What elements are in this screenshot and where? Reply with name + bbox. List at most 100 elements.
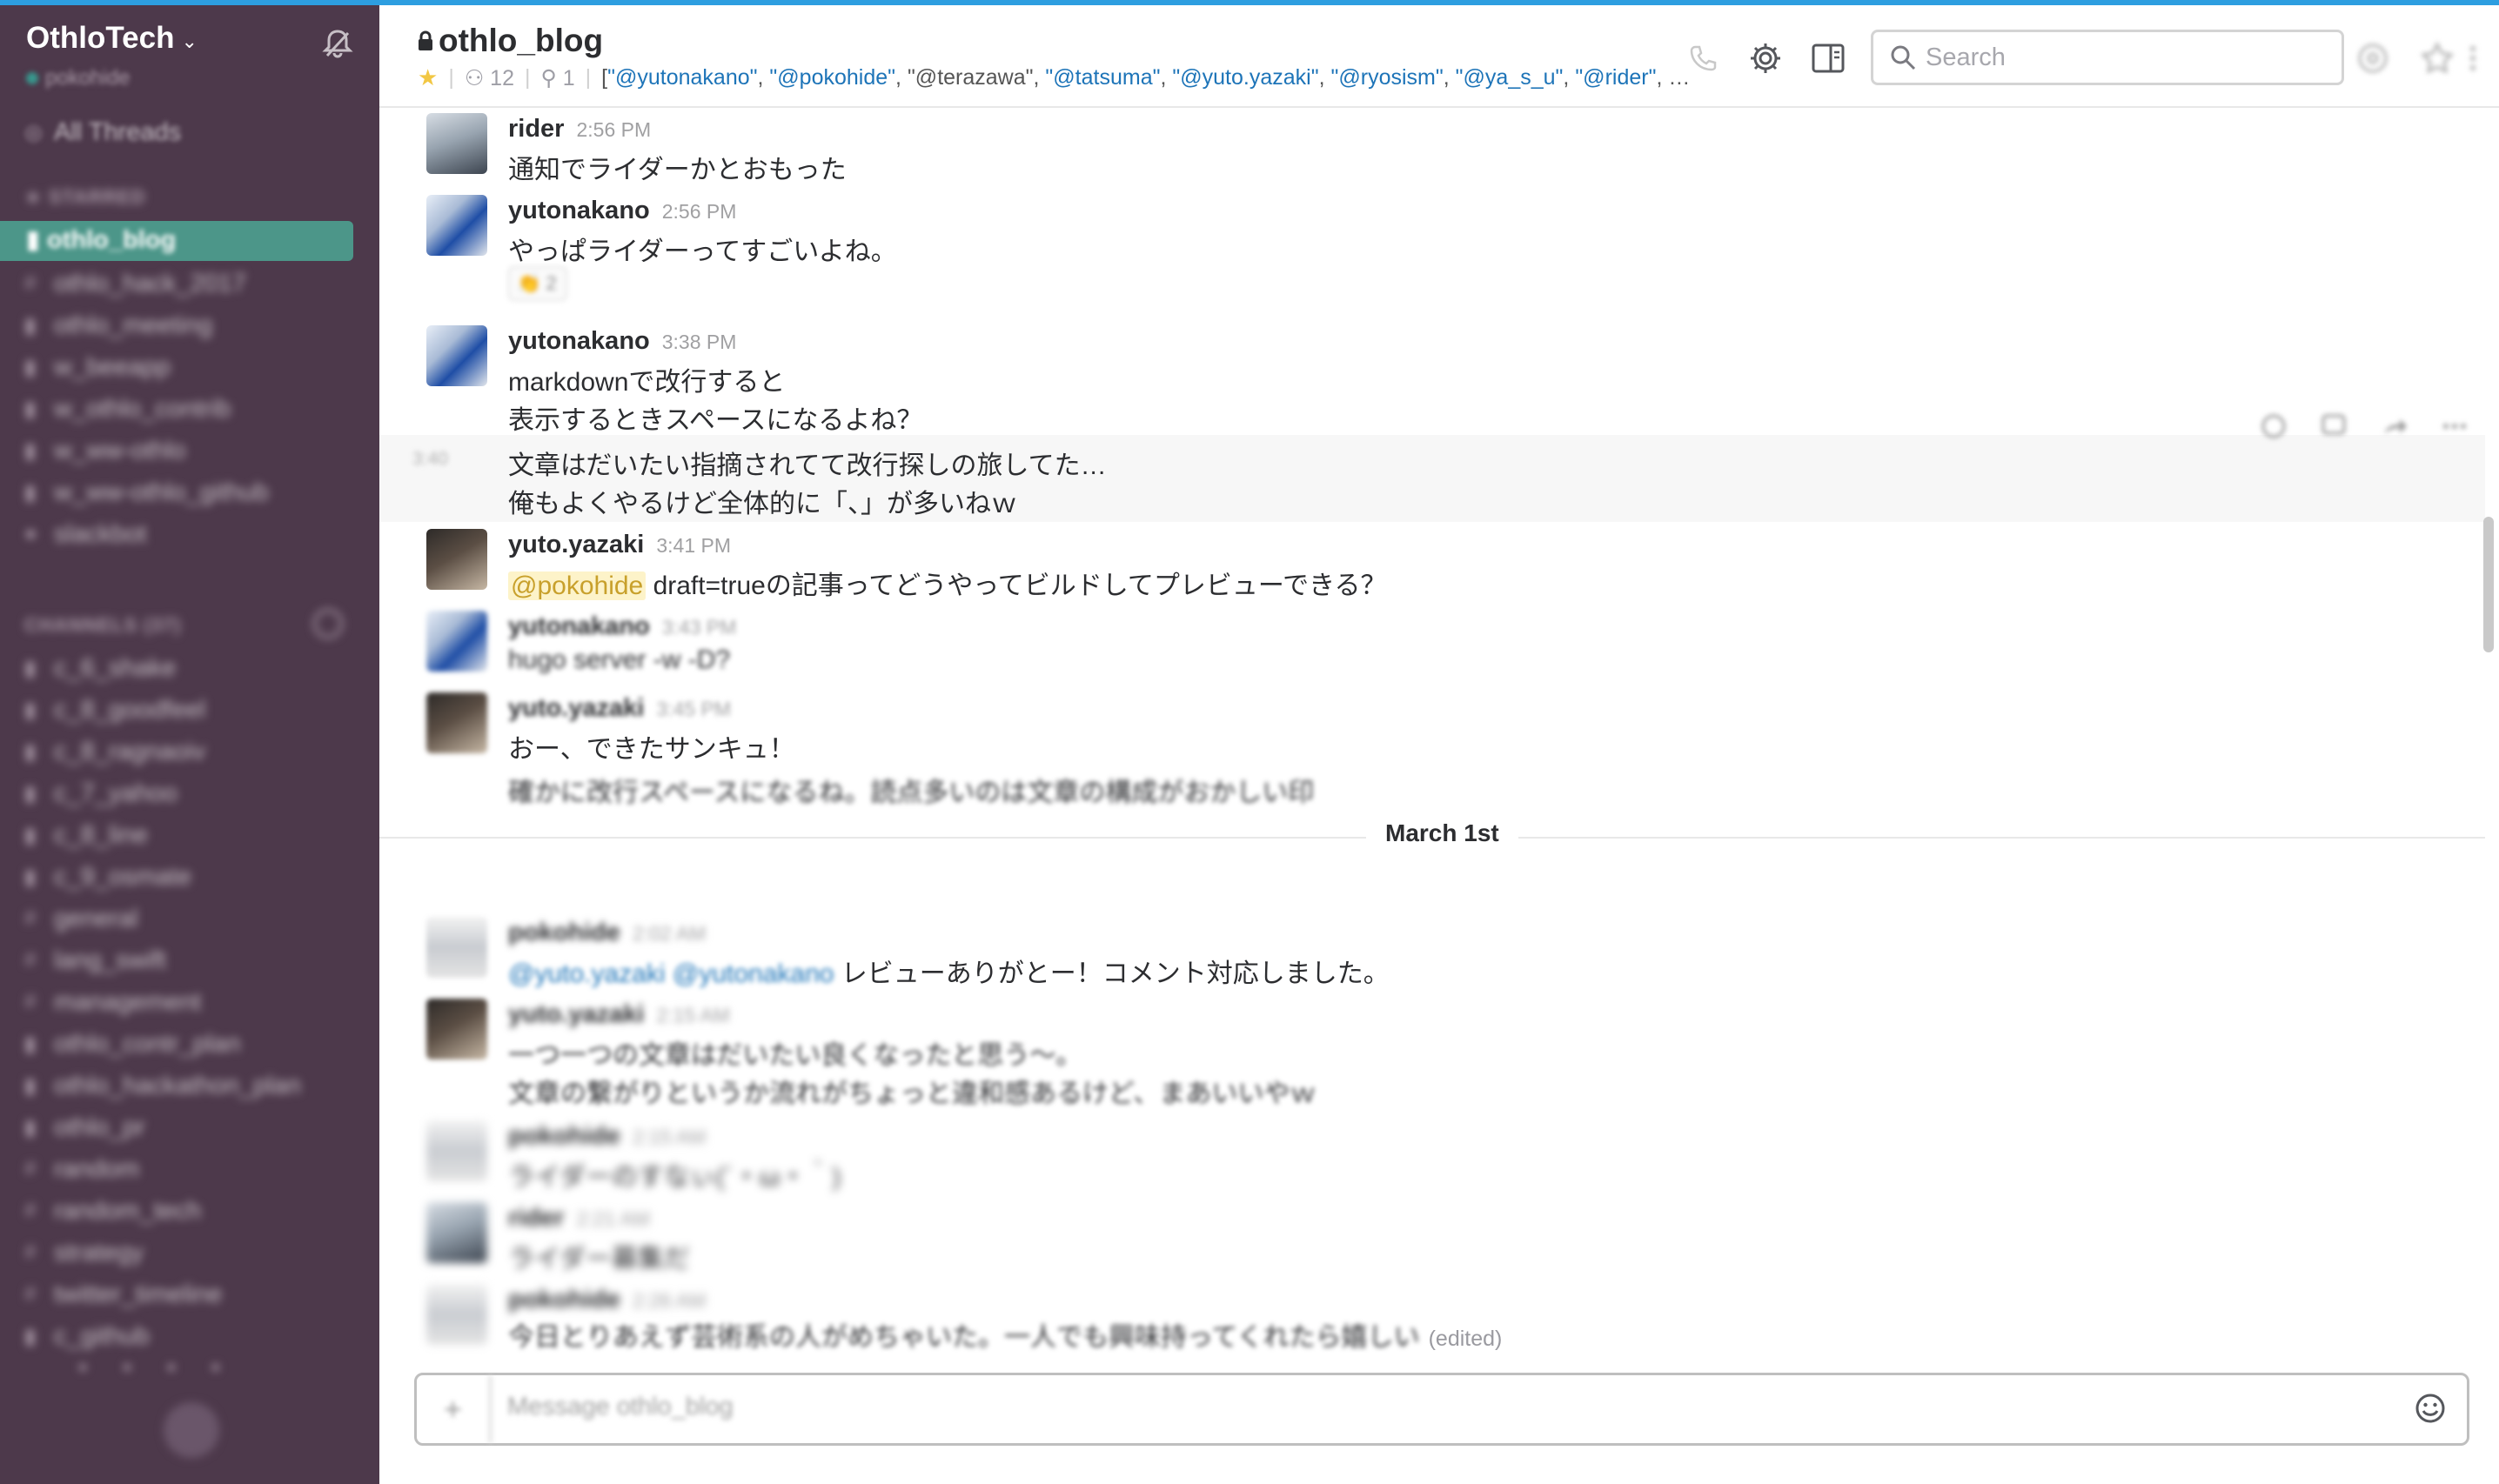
team-name[interactable]: OthloTech: [26, 21, 174, 55]
message-time[interactable]: 3:41 PM: [656, 534, 731, 557]
message-author[interactable]: yutonakano 3:43 PM: [508, 612, 736, 641]
star-icon[interactable]: ★: [418, 64, 438, 91]
message-composer[interactable]: + Message othlo_blog: [414, 1373, 2469, 1446]
user-mention[interactable]: @pokohide: [508, 572, 647, 600]
topic-mention[interactable]: "@pokohide": [769, 65, 895, 90]
message-author[interactable]: yuto.yazaki 3:41 PM: [508, 531, 731, 559]
message-time[interactable]: 2:15 AM: [656, 1004, 729, 1026]
message-author[interactable]: pokohide 2:15 AM: [508, 1122, 706, 1151]
reaction-pill[interactable]: 👏 2: [508, 266, 567, 301]
sidebar-channel[interactable]: ▮ c_github: [24, 1317, 150, 1355]
message-time[interactable]: 2:26 AM: [633, 1289, 706, 1312]
topic-mention[interactable]: "@yuto.yazaki": [1172, 65, 1318, 90]
starred-items-icon[interactable]: [2419, 40, 2455, 77]
message-time[interactable]: 2:56 PM: [662, 200, 737, 223]
share-icon[interactable]: [2379, 411, 2410, 442]
topic-mention[interactable]: "@rider": [1575, 65, 1656, 90]
phone-icon[interactable]: [1685, 40, 1721, 77]
sidebar-item-w-beeapp[interactable]: ▮ w_beeapp: [24, 348, 171, 386]
pinned-count[interactable]: ⚲ 1: [540, 65, 574, 91]
avatar[interactable]: [426, 325, 487, 386]
user-mention[interactable]: @yuto.yazaki @yutonakano: [508, 959, 834, 988]
message-input[interactable]: Message othlo_blog: [507, 1393, 734, 1421]
message-time[interactable]: 3:45 PM: [656, 698, 731, 720]
sidebar-channel[interactable]: ▮ othlo_contr_plan: [24, 1025, 240, 1063]
avatar[interactable]: [426, 917, 487, 978]
add-channel-icon[interactable]: [313, 609, 343, 638]
sidebar-channel[interactable]: ▮ c_7_yahoo: [24, 774, 178, 812]
message-author[interactable]: yuto.yazaki 2:15 AM: [508, 1000, 730, 1029]
sidebar-channel[interactable]: # random_tech: [24, 1192, 201, 1230]
sidebar-channel[interactable]: ▮ othlo_pr: [24, 1108, 145, 1146]
avatar[interactable]: [426, 692, 487, 753]
sidebar-channel[interactable]: # lang_swift: [24, 941, 166, 979]
topic-mention[interactable]: "@ryosism": [1331, 65, 1444, 90]
bell-icon[interactable]: [320, 26, 355, 61]
message-time[interactable]: 2:21 AM: [576, 1207, 649, 1230]
sidebar-channel[interactable]: ▮ othlo_hackathon_plan: [24, 1066, 301, 1105]
sidebar-item-othlo-hack-2017[interactable]: # othlo_hack_2017: [24, 264, 246, 303]
sidebar-channel[interactable]: ▮ c_8_line: [24, 816, 148, 854]
chevron-down-icon[interactable]: ⌄: [181, 30, 197, 52]
sidebar-channel[interactable]: # management: [24, 983, 201, 1021]
sidebar-channel[interactable]: ▮ c_8_ragnaoiv: [24, 732, 205, 771]
sidebar-item-w-othlo-contrib[interactable]: ▮ w_othlo_contrib: [24, 390, 231, 428]
channel-title[interactable]: othlo_blog: [418, 23, 603, 59]
starred-section-header[interactable]: ★ STARRED: [24, 186, 146, 209]
member-count[interactable]: ⚇ 12: [465, 65, 514, 91]
sidebar-channel[interactable]: # random: [24, 1150, 139, 1188]
sidebar-channel[interactable]: ▮ c_9_osmate: [24, 858, 191, 896]
message-time[interactable]: 3:43 PM: [662, 616, 737, 638]
sidebar-toggle-icon[interactable]: [1810, 40, 1846, 77]
scrollbar[interactable]: [2483, 517, 2494, 652]
message-time[interactable]: 3:38 PM: [662, 331, 737, 353]
comment-icon[interactable]: [2318, 411, 2349, 442]
message-author[interactable]: pokohide 2:02 AM: [508, 919, 706, 947]
avatar[interactable]: [426, 611, 487, 672]
sidebar-item-w-ww-othlo-github[interactable]: ▮ w_ww-othlo_github: [24, 473, 269, 511]
message-author[interactable]: rider 2:21 AM: [508, 1204, 650, 1233]
message-time[interactable]: 3:40: [412, 449, 448, 470]
attach-button[interactable]: +: [417, 1375, 492, 1443]
message-author[interactable]: yuto.yazaki 3:45 PM: [508, 694, 731, 723]
sidebar-channel[interactable]: # general: [24, 899, 138, 938]
avatar[interactable]: [426, 999, 487, 1060]
gear-icon[interactable]: [1747, 40, 1784, 77]
topic-mention[interactable]: "@yutonakano": [607, 65, 757, 90]
sidebar-channel[interactable]: ▮ c_8_goodfeel: [24, 691, 205, 729]
mentions-icon[interactable]: [2355, 40, 2391, 77]
avatar[interactable]: [426, 113, 487, 174]
avatar[interactable]: [426, 195, 487, 256]
sidebar-item-othlo-meeting[interactable]: ▮ othlo_meeting: [24, 306, 212, 344]
message-author[interactable]: pokohide 2:26 AM: [508, 1286, 706, 1314]
app-launcher-icon[interactable]: [164, 1402, 219, 1458]
avatar[interactable]: [426, 529, 487, 590]
search-input[interactable]: Search: [1871, 30, 2344, 85]
avatar[interactable]: [426, 1202, 487, 1263]
team-menu[interactable]: OthloTech ⌄: [26, 21, 198, 56]
current-user[interactable]: pokohide: [26, 66, 130, 90]
topic-mention[interactable]: "@tatsuma": [1045, 65, 1160, 90]
add-reaction-icon[interactable]: [2258, 411, 2289, 442]
all-threads-link[interactable]: ◎ All Threads: [24, 113, 181, 151]
more-icon[interactable]: [2464, 40, 2482, 77]
emoji-icon[interactable]: [2413, 1391, 2448, 1426]
more-actions-icon[interactable]: [2439, 411, 2470, 442]
avatar[interactable]: [426, 1120, 487, 1181]
message-time[interactable]: 2:02 AM: [633, 922, 706, 945]
message-time[interactable]: 2:15 AM: [633, 1126, 706, 1148]
message-author[interactable]: yutonakano 2:56 PM: [508, 197, 736, 225]
sidebar-item-othlo-blog[interactable]: ▮ othlo_blog: [26, 224, 176, 255]
sidebar-channel[interactable]: ▮ c_6_shake: [24, 649, 176, 687]
sidebar-channel[interactable]: # strategy: [24, 1233, 144, 1272]
avatar[interactable]: [426, 1284, 487, 1345]
channels-section-header[interactable]: CHANNELS (37): [24, 614, 181, 637]
sidebar-item-w-ww-othlo[interactable]: ▮ w_ww-othlo: [24, 431, 186, 470]
topic-mention[interactable]: "@ya_s_u": [1456, 65, 1564, 90]
sidebar-item-slackbot[interactable]: ● slackbot: [24, 515, 146, 553]
sidebar-channel[interactable]: # twitter_timeline: [24, 1275, 222, 1314]
message-author[interactable]: rider 2:56 PM: [508, 115, 651, 144]
message-time[interactable]: 2:56 PM: [576, 118, 651, 141]
message-author[interactable]: yutonakano 3:38 PM: [508, 327, 736, 356]
channel-topic[interactable]: ["@yutonakano", "@pokohide", "@terazawa"…: [601, 65, 1690, 90]
